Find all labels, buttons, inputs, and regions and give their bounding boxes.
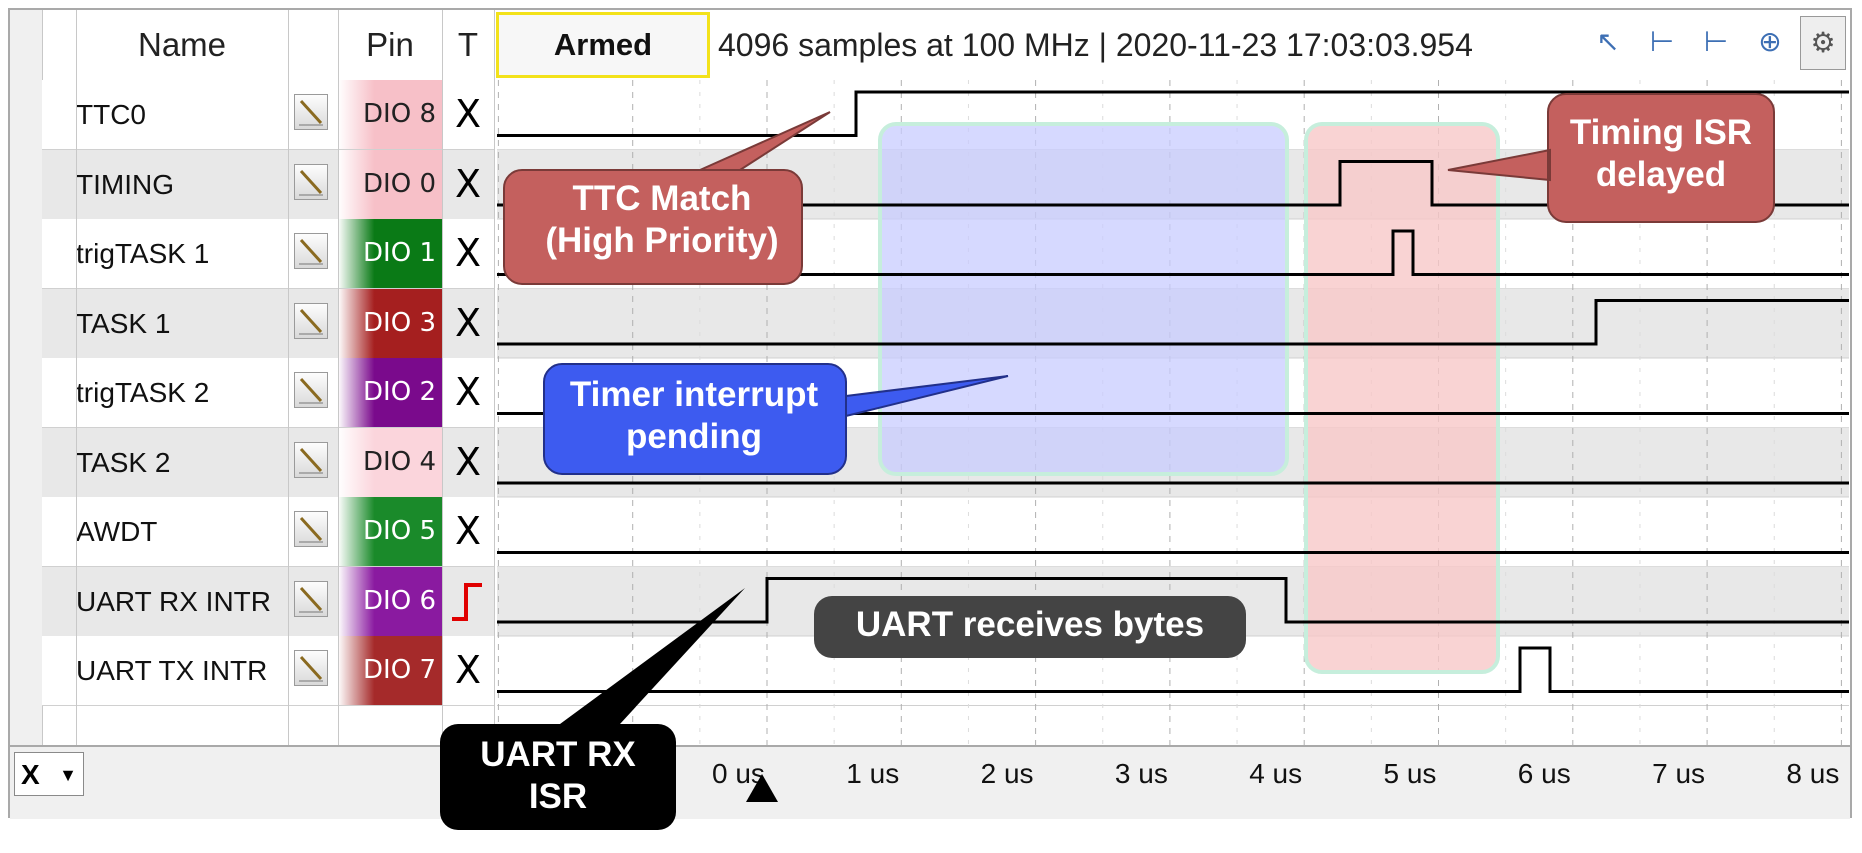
timing_text-line: delayed bbox=[1595, 155, 1727, 194]
timer-pending-callout: Timer interrupt pending bbox=[546, 374, 842, 458]
ttc-match-callout: TTC Match (High Priority) bbox=[512, 178, 812, 262]
ttc_text-line: TTC Match bbox=[572, 179, 752, 218]
rx_text-line: UART RX bbox=[480, 735, 636, 774]
pending-region bbox=[878, 122, 1289, 476]
trigger-marker-icon bbox=[746, 774, 778, 802]
timing-isr-callout: Timing ISR delayed bbox=[1552, 112, 1770, 196]
pending_text-line: pending bbox=[625, 417, 763, 456]
timing_text-line: Timing ISR bbox=[1569, 113, 1753, 152]
uart-receives-callout: UART receives bytes bbox=[855, 605, 1205, 644]
ttc_text-line: (High Priority) bbox=[545, 221, 779, 260]
pending_text-line: Timer interrupt bbox=[569, 375, 819, 414]
uart-rx-isr-callout: UART RX ISR bbox=[440, 734, 676, 818]
rx_text-line: ISR bbox=[528, 777, 588, 816]
